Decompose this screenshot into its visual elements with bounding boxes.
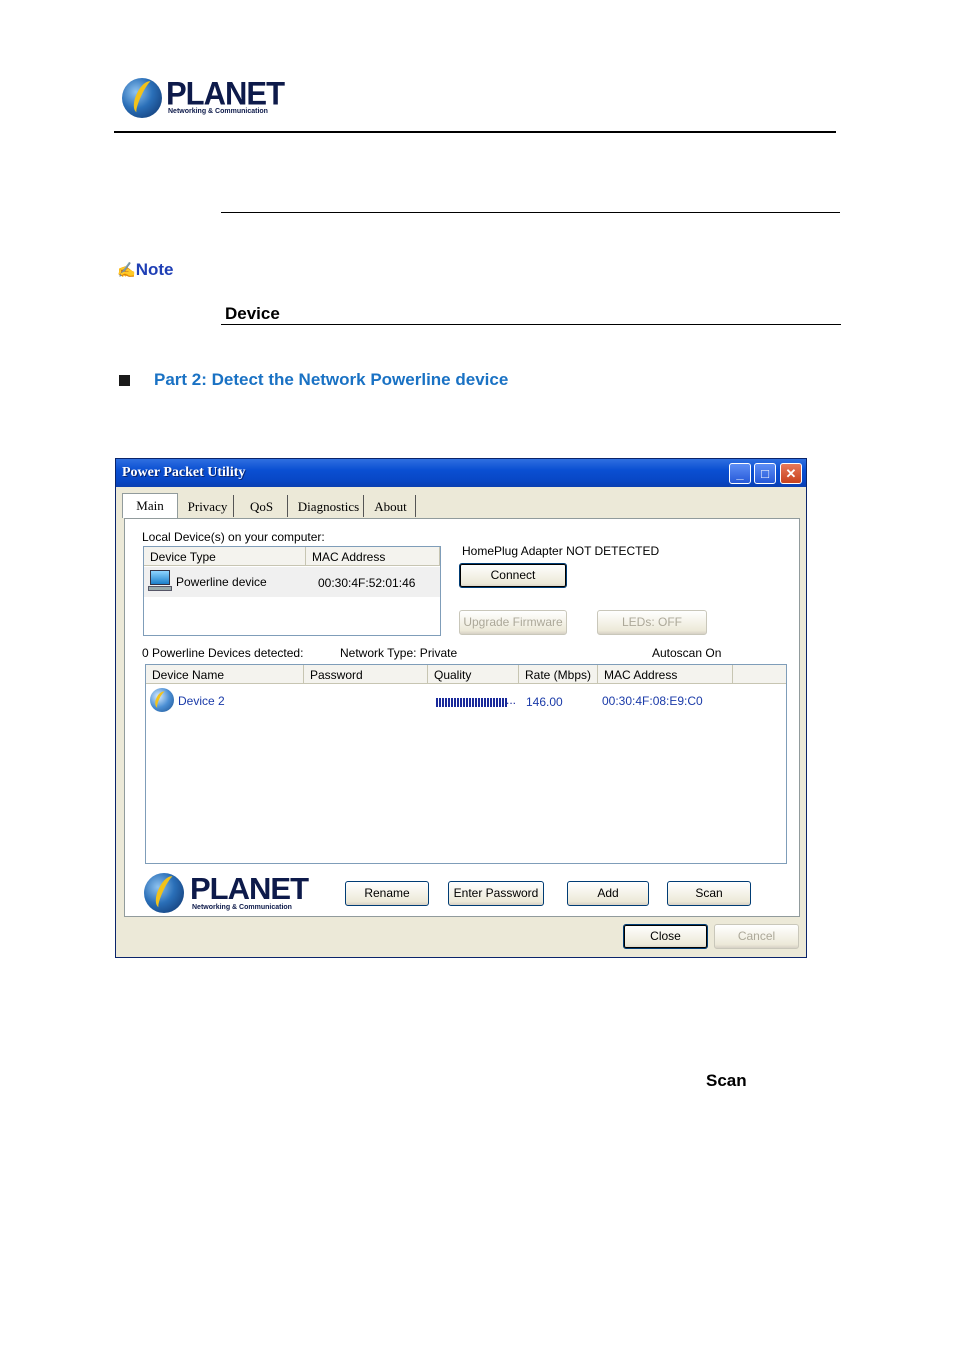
logo-brand-text: PLANET [190,871,309,906]
leds-button[interactable]: LEDs: OFF [597,610,707,635]
table-divider [221,324,841,325]
adapter-status: HomePlug Adapter NOT DETECTED [462,544,660,558]
device-rate: 146.00 [526,695,563,709]
remote-list-header: Device Name Password Quality Rate (Mbps)… [146,665,786,684]
planet-logo: PLANET Networking & Communication [122,75,285,120]
powerline-device-icon [150,688,174,712]
col-password[interactable]: Password [304,665,428,684]
computer-icon [148,570,172,592]
remote-devices-list[interactable]: Device Name Password Quality Rate (Mbps)… [145,664,787,864]
maximize-icon[interactable]: □ [754,463,776,484]
scan-button[interactable]: Scan [667,881,751,906]
network-type-label: Network Type: Private [340,646,458,660]
tab-diagnostics[interactable]: Diagnostics [294,495,364,517]
connect-button[interactable]: Connect [459,563,567,588]
section-divider [221,212,840,213]
device-name: Device 2 [178,694,225,708]
col-device-type[interactable]: Device Type [144,547,306,566]
scan-reference: Scan [706,1071,747,1090]
device-label: Device [225,304,280,323]
tab-main[interactable]: Main [122,493,178,518]
col-quality[interactable]: Quality [428,665,519,684]
local-device-mac: 00:30:4F:52:01:46 [318,576,416,590]
quality-ellipsis: ... [506,693,517,707]
local-list-header: Device Type MAC Address [144,547,440,566]
local-device-type: Powerline device [176,575,267,589]
enter-password-button[interactable]: Enter Password [448,881,544,906]
col-rate[interactable]: Rate (Mbps) [519,665,598,684]
main-tab-panel: Local Device(s) on your computer: Device… [124,518,800,917]
col-mac-address[interactable]: MAC Address [306,547,440,566]
upgrade-firmware-button[interactable]: Upgrade Firmware [459,610,567,635]
close-icon[interactable]: ✕ [780,463,802,484]
rename-button[interactable]: Rename [345,881,429,906]
note-heading: ✍Note [117,260,173,280]
col-device-name[interactable]: Device Name [146,665,304,684]
close-button[interactable]: Close [623,924,708,949]
add-button[interactable]: Add [567,881,649,906]
pen-icon: ✍ [117,262,136,279]
logo-tagline: Networking & Communication [192,904,292,911]
planet-logo-small: PLANET Networking & Communication [144,871,314,915]
table-row[interactable]: Device 2 ... 146.00 00:30:4F:08:E9:C0 [146,686,786,716]
list-item[interactable]: Powerline device 00:30:4F:52:01:46 [144,567,440,597]
devices-detected-label: 0 Powerline Devices detected: [142,646,304,660]
col-mac[interactable]: MAC Address [598,665,733,684]
tab-about[interactable]: About [366,495,416,517]
device-mac: 00:30:4F:08:E9:C0 [602,694,703,708]
autoscan-label: Autoscan On [652,646,722,660]
title-bar[interactable]: Power Packet Utility _ □ ✕ [116,459,806,487]
quality-bar [436,698,508,707]
power-packet-utility-window: Power Packet Utility _ □ ✕ Main Privacy … [115,458,807,958]
tab-privacy[interactable]: Privacy [182,495,234,517]
local-devices-label: Local Device(s) on your computer: [142,530,325,544]
header-divider [114,131,836,133]
square-bullet-icon [119,375,130,386]
local-devices-list[interactable]: Device Type MAC Address Powerline device… [143,546,441,636]
note-label: Note [135,260,174,279]
logo-tagline: Networking & Communication [168,108,268,115]
minimize-icon[interactable]: _ [729,463,751,484]
cancel-button[interactable]: Cancel [714,924,799,949]
tab-qos[interactable]: QoS [236,495,288,517]
window-title: Power Packet Utility [122,465,246,480]
part-title: Part 2: Detect the Network Powerline dev… [154,370,509,389]
